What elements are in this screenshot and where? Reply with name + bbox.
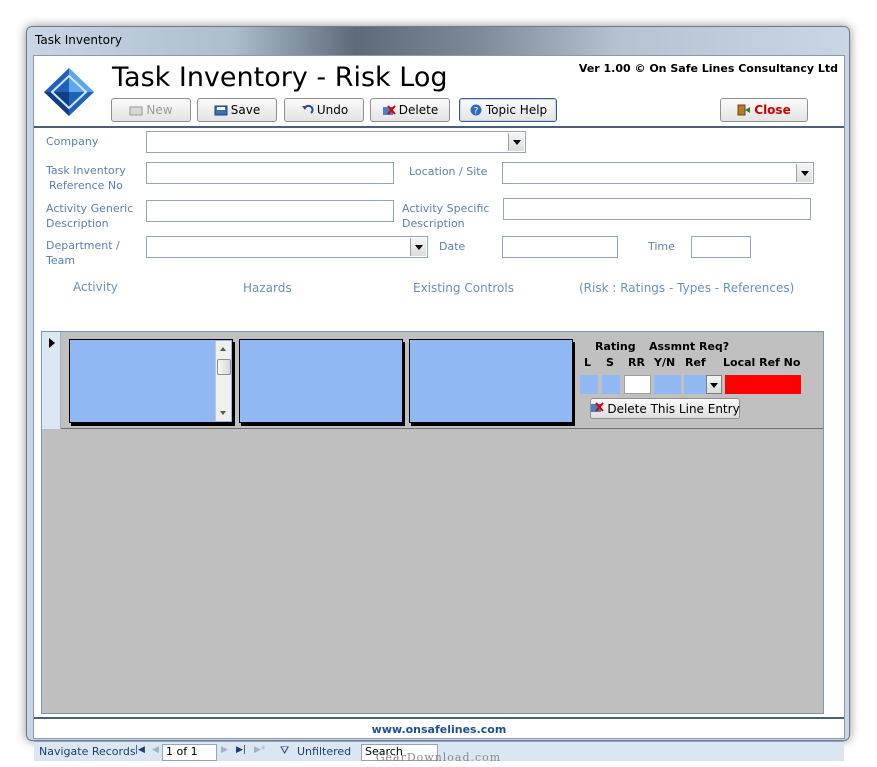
location-combo[interactable] <box>502 162 814 184</box>
department-label: Department / Team <box>46 238 120 268</box>
l-header: L <box>584 356 592 369</box>
new-record-icon <box>129 104 143 116</box>
local-ref-header: Local Ref No <box>723 356 801 369</box>
version-text: Ver 1.00 © On Safe Lines Consultancy Ltd <box>578 62 838 75</box>
hazards-textbox[interactable] <box>239 339 403 423</box>
existing-controls-textbox[interactable] <box>409 339 573 423</box>
undo-button-label: Undo <box>316 103 349 117</box>
activity-specific-label: Activity Specific Description <box>402 201 489 231</box>
undo-icon <box>300 104 314 116</box>
time-input[interactable] <box>691 236 751 258</box>
risk-entries-subform: Rating Assmnt Req? L S RR Y/N Ref Local … <box>41 331 824 714</box>
delete-icon <box>590 401 605 416</box>
severity-field[interactable] <box>602 375 620 394</box>
chevron-down-icon[interactable] <box>706 375 722 394</box>
location-label: Location / Site <box>409 165 488 178</box>
activity-specific-input[interactable] <box>503 198 811 220</box>
current-record-arrow-icon <box>49 338 55 348</box>
column-header-risk: (Risk : Ratings - Types - References) <box>579 281 795 295</box>
department-label-line2: Team <box>46 254 76 267</box>
app-window: Task Inventory Task Inventory - Risk Log… <box>26 26 850 761</box>
activity-generic-input[interactable] <box>146 200 394 222</box>
assessment-required-header: Assmnt Req? <box>649 340 730 353</box>
s-header: S <box>606 356 614 369</box>
save-icon <box>214 104 228 116</box>
footer-divider <box>34 717 844 719</box>
column-header-activity: Activity <box>73 280 118 294</box>
header-divider <box>34 126 844 128</box>
assessment-yn-field[interactable] <box>654 375 681 394</box>
new-button[interactable]: New <box>111 98 191 122</box>
close-button-label: Close <box>754 103 791 117</box>
chevron-down-icon[interactable] <box>508 133 524 151</box>
rr-header: RR <box>628 356 645 369</box>
record-selector[interactable] <box>42 332 61 429</box>
delete-line-entry-label: Delete This Line Entry <box>607 401 740 416</box>
company-logo <box>44 68 94 116</box>
activity-generic-label-line2: Description <box>46 217 109 230</box>
activity-generic-label-line1: Activity Generic <box>46 202 134 215</box>
department-combo[interactable] <box>146 236 428 258</box>
ref-header: Ref <box>685 356 706 369</box>
chevron-down-icon[interactable] <box>796 164 812 182</box>
task-ref-label: Task Inventory Reference No <box>46 163 126 193</box>
column-header-controls: Existing Controls <box>413 281 514 295</box>
column-header-hazards: Hazards <box>243 281 292 295</box>
website-link[interactable]: www.onsafelines.com <box>34 723 844 736</box>
company-label: Company <box>46 135 99 148</box>
save-button-label: Save <box>230 103 261 117</box>
date-input[interactable] <box>502 236 618 258</box>
assessment-ref-combo[interactable] <box>684 375 722 394</box>
window-title: Task Inventory <box>35 33 123 47</box>
close-button[interactable]: Close <box>720 98 808 122</box>
door-exit-icon <box>737 104 751 116</box>
date-label: Date <box>439 240 466 253</box>
scrollbar[interactable] <box>215 341 231 421</box>
help-icon: ? <box>469 104 483 117</box>
delete-button-label: Delete <box>398 103 439 117</box>
department-label-line1: Department / <box>46 239 120 252</box>
delete-icon <box>382 104 396 116</box>
yn-header: Y/N <box>654 356 676 369</box>
topic-help-button[interactable]: ? Topic Help <box>459 98 557 122</box>
activity-textbox[interactable] <box>69 339 233 423</box>
new-button-label: New <box>146 103 173 117</box>
save-button[interactable]: Save <box>197 98 277 122</box>
delete-line-entry-button[interactable]: Delete This Line Entry <box>590 398 740 419</box>
scroll-down-icon[interactable] <box>220 411 226 415</box>
task-ref-label-line2: Reference No <box>49 179 123 192</box>
chevron-down-icon[interactable] <box>410 238 426 256</box>
page-title: Task Inventory - Risk Log <box>112 62 448 93</box>
likelihood-field[interactable] <box>580 375 598 394</box>
scroll-thumb[interactable] <box>217 359 231 375</box>
form-client-area: Task Inventory - Risk Log Ver 1.00 © On … <box>33 55 845 761</box>
topic-help-label: Topic Help <box>485 103 548 117</box>
undo-button[interactable]: Undo <box>284 98 364 122</box>
scroll-up-icon[interactable] <box>220 347 226 351</box>
table-row: Rating Assmnt Req? L S RR Y/N Ref Local … <box>42 332 823 429</box>
watermark-text: GearDownload.com <box>375 751 502 764</box>
task-ref-input[interactable] <box>146 162 394 184</box>
window-titlebar[interactable]: Task Inventory <box>27 27 849 55</box>
rating-header: Rating <box>595 340 636 353</box>
task-ref-label-line1: Task Inventory <box>46 164 126 177</box>
local-ref-no-field[interactable] <box>725 375 801 394</box>
time-label: Time <box>648 240 675 253</box>
activity-specific-label-line1: Activity Specific <box>402 202 490 215</box>
activity-specific-label-line2: Description <box>402 217 465 230</box>
risk-rating-field[interactable] <box>624 375 651 394</box>
activity-generic-label: Activity Generic Description <box>46 201 133 231</box>
delete-button[interactable]: Delete <box>370 98 450 122</box>
company-combo[interactable] <box>146 131 526 153</box>
svg-text:?: ? <box>473 107 478 117</box>
